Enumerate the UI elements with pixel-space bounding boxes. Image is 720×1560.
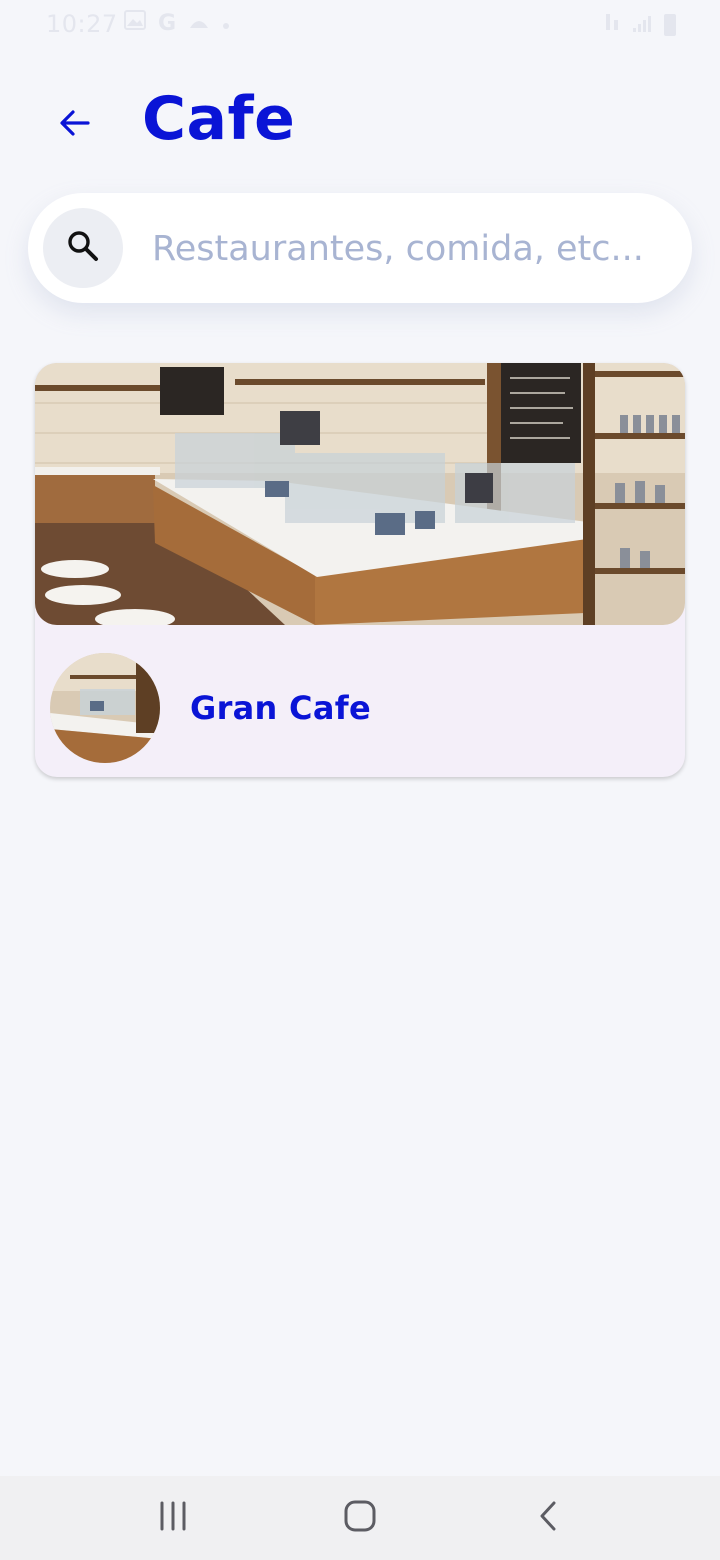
search-button[interactable] [43,208,123,288]
google-icon: G [158,10,177,36]
status-system-icons [604,12,676,37]
home-icon [343,1499,377,1537]
recents-icon [158,1501,188,1535]
recents-button[interactable] [143,1496,203,1540]
status-time: 10:27 [46,10,118,38]
search-bar [28,193,692,303]
home-button[interactable] [330,1496,390,1540]
nav-back-button[interactable] [518,1496,578,1540]
page-title: Cafe [142,84,296,154]
header: Cafe [0,78,720,168]
weather-icon [188,11,210,36]
signal-icon [632,13,652,37]
search-icon [66,229,100,267]
search-input[interactable] [150,218,674,280]
system-nav-bar [0,1476,720,1560]
arrow-left-icon [58,108,92,142]
gallery-icon [124,10,146,36]
restaurant-avatar [50,653,160,763]
wifi-icon [604,12,620,37]
back-button[interactable] [52,102,98,148]
status-notification-icons: G [124,10,230,36]
battery-icon [664,13,676,36]
restaurant-card[interactable]: Gran Cafe [35,363,685,777]
back-chevron-icon [536,1500,560,1536]
status-bar: 10:27 G [0,0,720,52]
restaurant-name: Gran Cafe [190,689,371,727]
dot-icon [222,11,230,36]
restaurant-cover-image [35,363,685,625]
